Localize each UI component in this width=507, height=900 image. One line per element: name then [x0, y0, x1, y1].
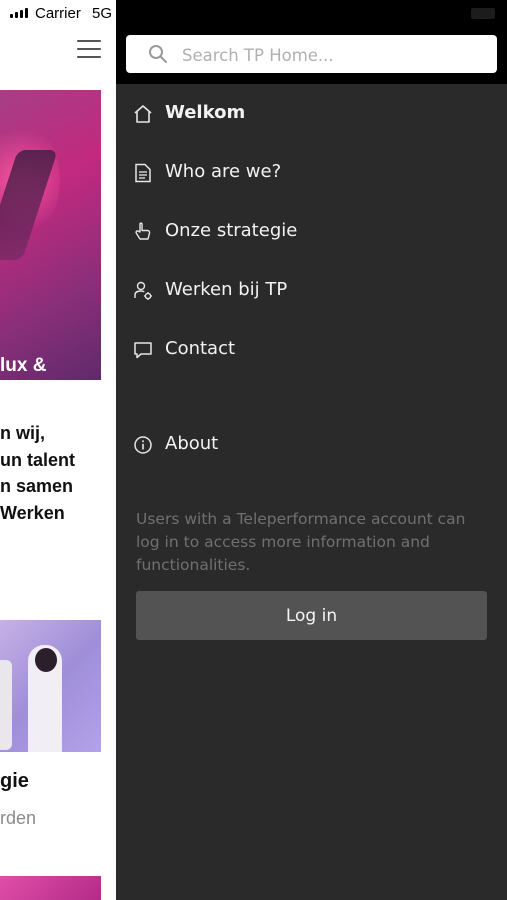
login-button[interactable]: Log in — [136, 591, 487, 640]
search-bar[interactable] — [126, 35, 497, 75]
menu-item-werken-bij-tp[interactable]: Werken bij TP — [116, 266, 507, 316]
menu-item-who-are-we[interactable]: Who are we? — [116, 148, 507, 198]
navigation-drawer: Welkom Who are we? Onze strategie Werken… — [116, 0, 507, 900]
menu-item-label: Werken bij TP — [165, 279, 288, 300]
chat-bubble-icon — [134, 342, 152, 359]
intro-line: Werken — [0, 502, 65, 523]
menu-item-label: Onze strategie — [165, 220, 298, 241]
signal-strength-icon — [10, 8, 28, 18]
carrier-label: Carrier — [35, 5, 81, 22]
hand-pointer-icon — [135, 222, 151, 240]
status-bar: Carrier 5G — [0, 0, 116, 28]
search-icon — [149, 45, 167, 63]
intro-line: un talent — [0, 449, 75, 470]
intro-line: n samen — [0, 476, 74, 496]
hamburger-menu-icon[interactable] — [77, 40, 101, 60]
background-page: Carrier 5G lux & n wij, un talent n same… — [0, 0, 116, 900]
search-input[interactable] — [180, 35, 484, 75]
menu-item-onze-strategie[interactable]: Onze strategie — [116, 207, 507, 257]
battery-icon — [471, 8, 495, 19]
hero-text: lux & — [0, 355, 47, 376]
menu-item-label: Who are we? — [165, 161, 282, 182]
menu-item-label: Welkom — [165, 102, 246, 123]
network-type-label: 5G — [92, 5, 113, 22]
document-icon — [135, 163, 151, 183]
drawer-header — [116, 0, 507, 84]
strategy-card-subtitle: rden — [0, 808, 37, 828]
menu-item-about[interactable]: About — [116, 420, 507, 470]
intro-line: n wij, — [0, 423, 45, 443]
hero-banner[interactable]: lux & — [0, 90, 101, 380]
info-icon — [134, 436, 152, 454]
user-gear-icon — [134, 281, 152, 300]
strategy-card-title[interactable]: gie — [0, 770, 29, 793]
menu-item-contact[interactable]: Contact — [116, 325, 507, 375]
menu-item-welkom[interactable]: Welkom — [116, 89, 507, 139]
next-card-image[interactable] — [0, 876, 101, 900]
intro-paragraph: n wij, un talent n samen Werken — [0, 420, 116, 526]
menu-item-label: Contact — [165, 338, 236, 359]
menu-item-label: About — [165, 433, 219, 454]
home-icon — [134, 105, 152, 123]
strategy-card-image[interactable] — [0, 620, 101, 752]
login-info-text: Users with a Teleperformance account can… — [136, 510, 466, 574]
